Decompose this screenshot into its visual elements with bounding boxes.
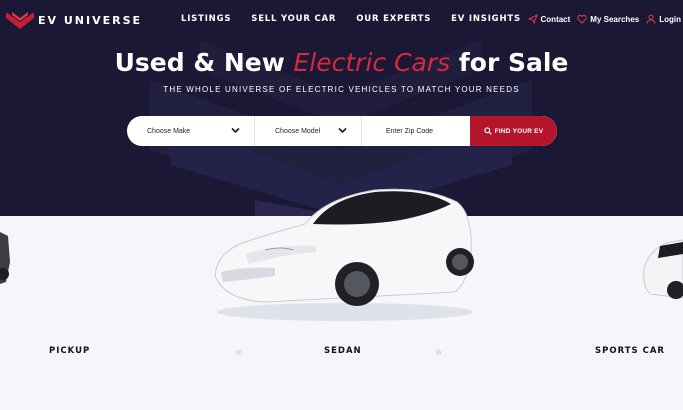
carousel-prev-arrow[interactable]: « <box>235 345 242 359</box>
search-icon <box>484 127 492 135</box>
category-sedan[interactable]: SEDAN <box>324 346 362 356</box>
nav-link-sell-your-car[interactable]: SELL YOUR CAR <box>251 14 336 24</box>
page-headline: Used & New Electric Cars for Sale <box>0 48 683 77</box>
category-pickup[interactable]: PICKUP <box>49 346 90 356</box>
top-navigation: EV UNIVERSE LISTINGS SELL YOUR CAR OUR E… <box>0 0 683 40</box>
sports-car-image[interactable] <box>640 228 683 308</box>
headline-prefix: Used & New <box>114 48 285 77</box>
brand-logo[interactable]: EV UNIVERSE <box>6 9 142 31</box>
make-select[interactable]: Choose Make <box>127 116 255 146</box>
heart-icon <box>577 14 588 24</box>
zip-code-input[interactable] <box>362 116 470 146</box>
utility-nav: Contact My Searches Login <box>521 14 681 24</box>
brand-wordmark: EV UNIVERSE <box>38 13 143 27</box>
ev-search-bar: Choose Make Choose Model FIND YOUR EV <box>127 116 557 146</box>
nav-link-ev-insights[interactable]: EV INSIGHTS <box>451 14 521 24</box>
sedan-image[interactable] <box>205 184 481 324</box>
category-sports-car[interactable]: SPORTS CAR <box>595 346 665 356</box>
nav-link-our-experts[interactable]: OUR EXPERTS <box>356 14 431 24</box>
model-select[interactable]: Choose Model <box>255 116 362 146</box>
contact-label: Contact <box>540 14 571 24</box>
make-select-label: Choose Make <box>147 127 191 135</box>
login-link[interactable]: Login <box>646 14 681 24</box>
find-your-ev-button[interactable]: FIND YOUR EV <box>470 116 557 146</box>
page-subheadline: THE WHOLE UNIVERSE OF ELECTRIC VEHICLES … <box>163 85 520 94</box>
logo-emblem-icon <box>6 12 34 29</box>
chevron-down-icon <box>231 127 240 134</box>
pickup-image[interactable] <box>0 222 12 292</box>
my-searches-link[interactable]: My Searches <box>577 14 639 24</box>
nav-link-listings[interactable]: LISTINGS <box>181 14 231 24</box>
send-icon <box>527 14 538 24</box>
contact-link[interactable]: Contact <box>527 14 571 24</box>
model-select-label: Choose Model <box>275 127 321 135</box>
user-icon <box>646 14 656 24</box>
login-label: Login <box>659 14 681 24</box>
chevron-down-icon <box>338 127 347 134</box>
my-searches-label: My Searches <box>590 14 640 24</box>
find-your-ev-label: FIND YOUR EV <box>494 127 544 135</box>
headline-suffix: for Sale <box>458 48 569 77</box>
main-nav-links: LISTINGS SELL YOUR CAR OUR EXPERTS EV IN… <box>181 14 541 24</box>
headline-accent: Electric Cars <box>293 48 451 77</box>
carousel-next-arrow[interactable]: » <box>435 345 442 359</box>
